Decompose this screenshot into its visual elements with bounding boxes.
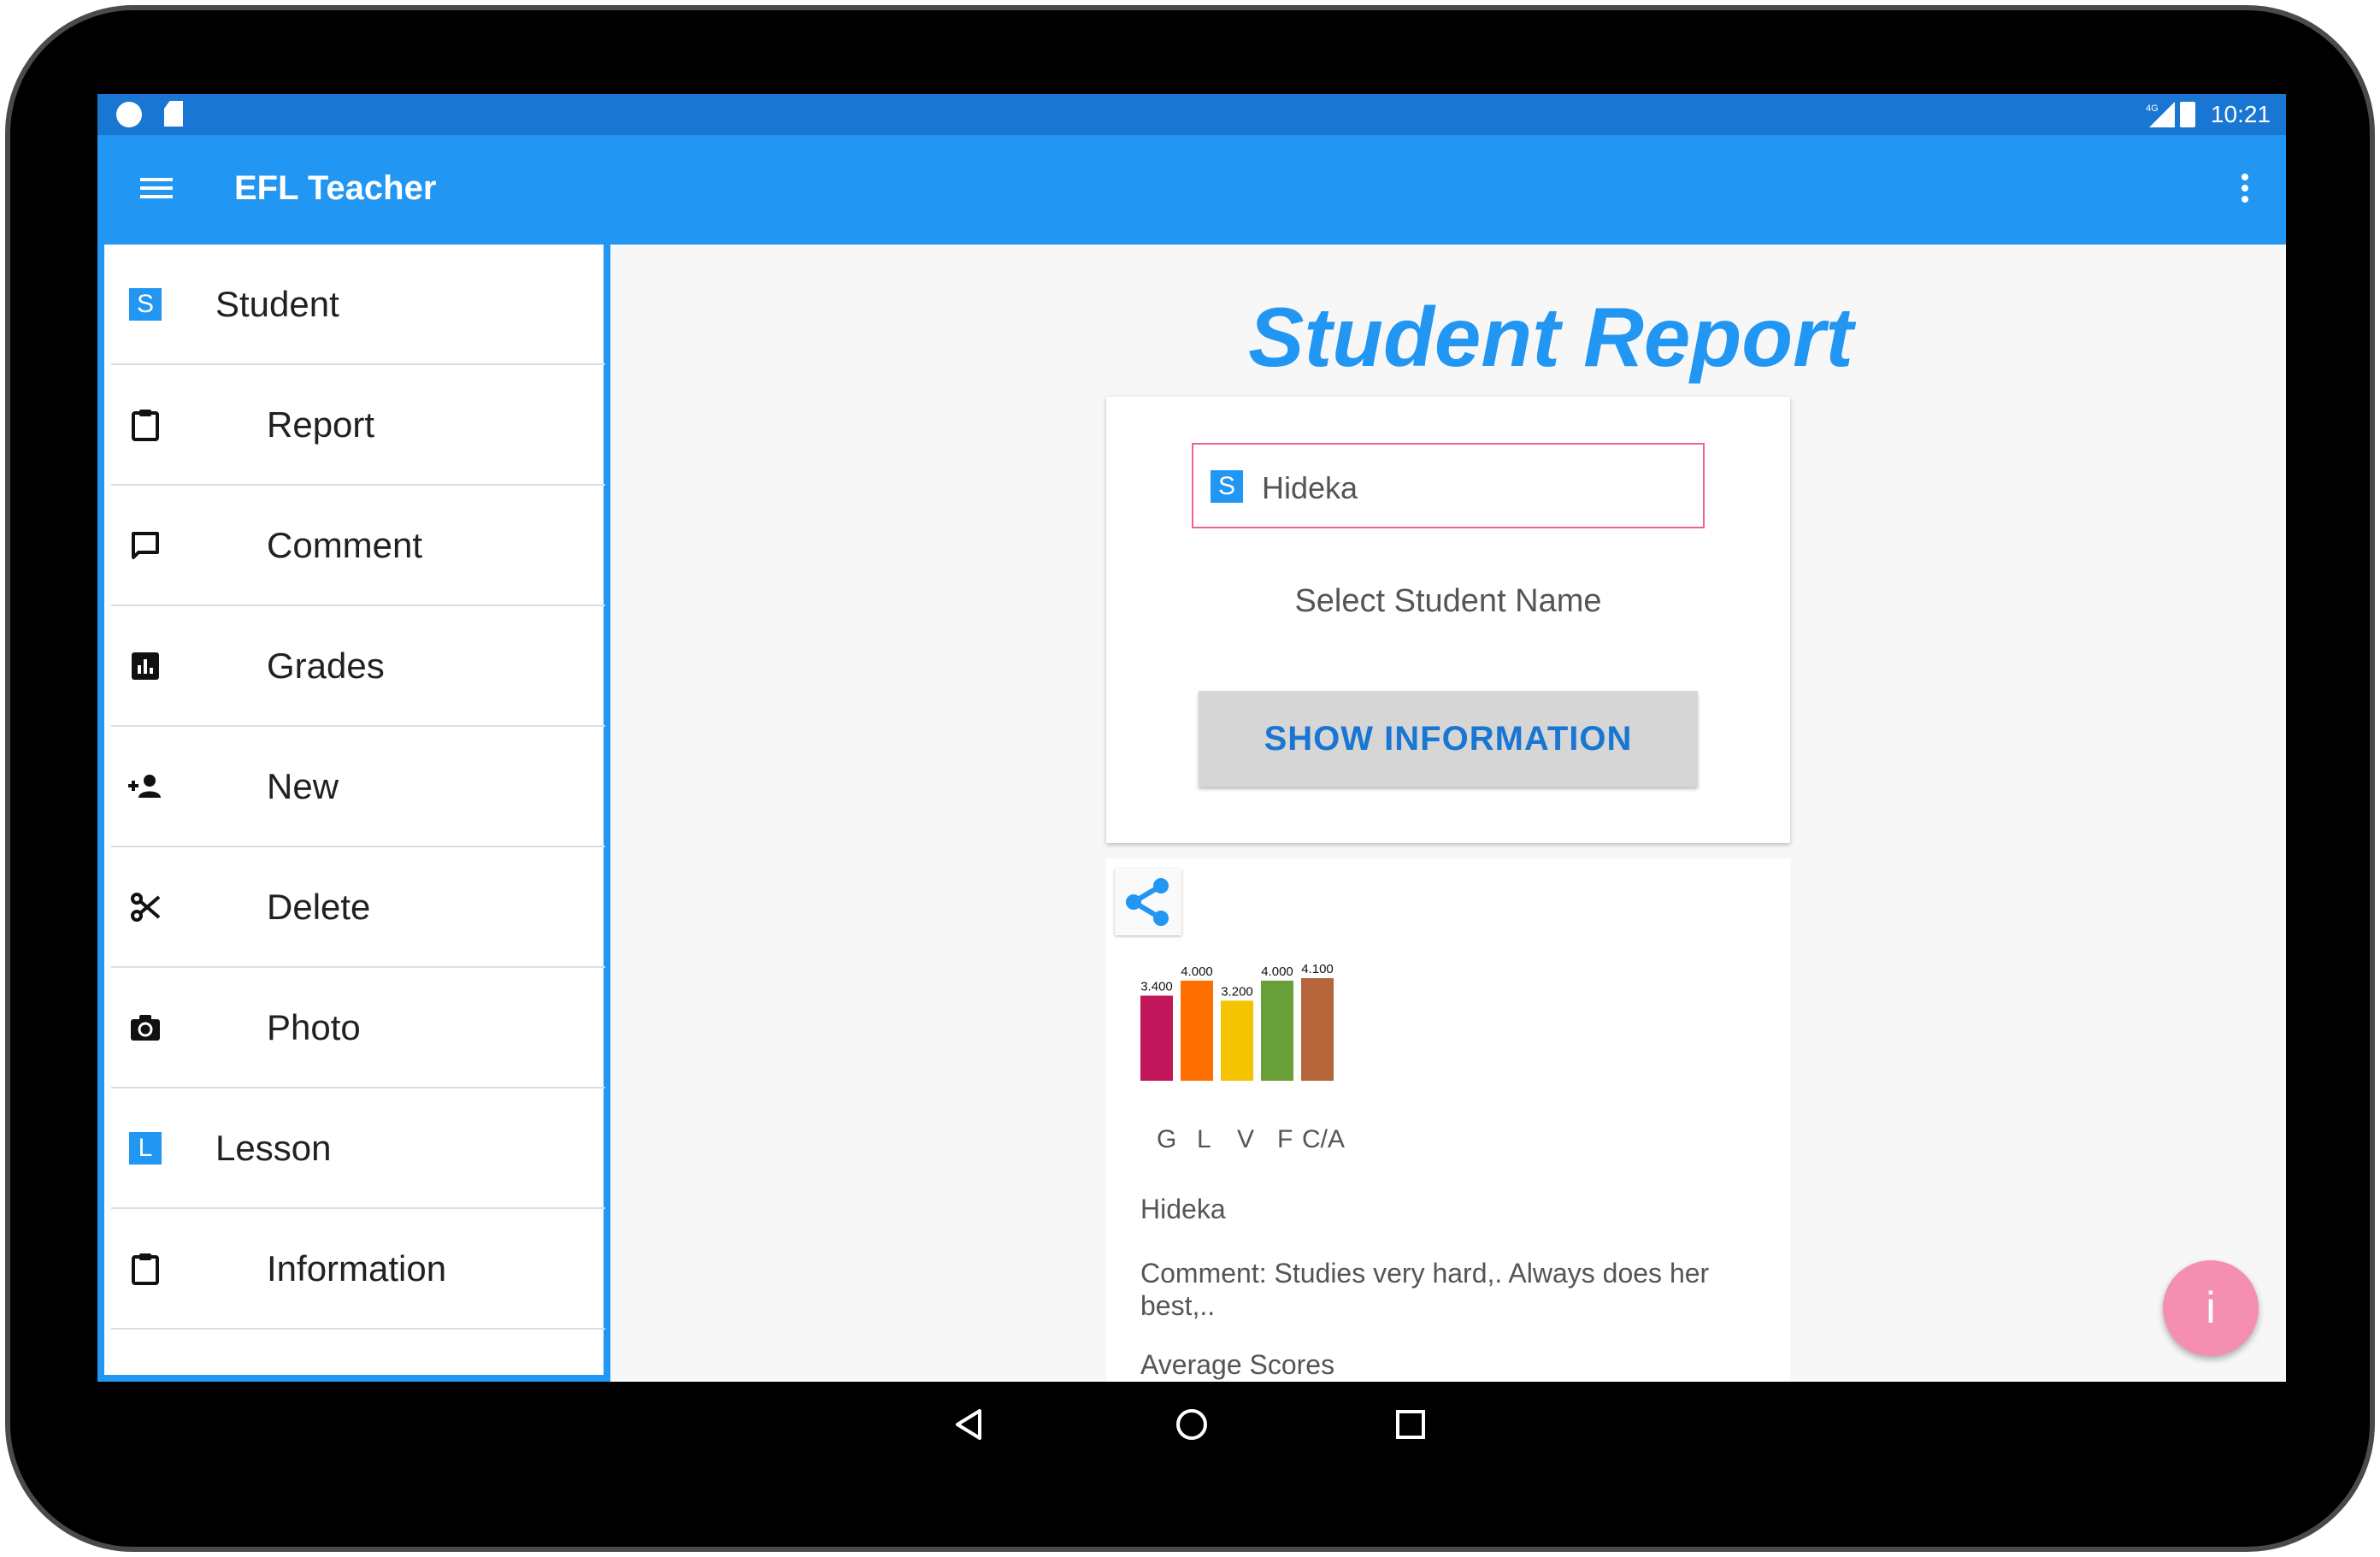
student-name-spinner[interactable]: S Hideka bbox=[1192, 443, 1705, 528]
clipboard-icon bbox=[128, 408, 162, 442]
chart-bar-f bbox=[1261, 980, 1293, 1081]
share-button[interactable] bbox=[1115, 869, 1181, 935]
chart-value-label: 4.000 bbox=[1181, 964, 1213, 979]
scissors-icon bbox=[128, 890, 162, 924]
grades-bar-chart: 3.400 4.000 3.200 4.000 4.100 bbox=[1140, 962, 1334, 1081]
chart-category-label: L bbox=[1197, 1125, 1211, 1153]
lesson-badge: L bbox=[129, 1131, 162, 1165]
average-scores-label: Average Scores bbox=[1140, 1349, 1335, 1380]
drawer-item-label: Photo bbox=[267, 1006, 361, 1047]
report-comment: Comment: Studies very hard,. Always does… bbox=[1140, 1258, 1710, 1321]
drawer-item-label: New bbox=[267, 765, 339, 806]
navigation-drawer: S Student Report Comment Grades New Dele… bbox=[97, 245, 610, 1382]
chart-category-label: V bbox=[1237, 1125, 1255, 1153]
chart-bar-v bbox=[1221, 1000, 1253, 1081]
student-select-card: S Hideka Select Student Name SHOW INFORM… bbox=[1106, 397, 1790, 843]
student-report-panel: 3.400 4.000 3.200 4.000 4.100 G L V F C/A Hideka… bbox=[1106, 858, 1790, 1382]
chart-value-label: 3.200 bbox=[1221, 984, 1253, 999]
sd-card-icon bbox=[164, 101, 183, 127]
chart-value-label: 3.400 bbox=[1140, 979, 1173, 994]
chart-category-label: G bbox=[1157, 1125, 1177, 1153]
drawer-item-delete[interactable]: Delete bbox=[111, 847, 605, 968]
drawer-item-photo[interactable]: Photo bbox=[111, 968, 605, 1088]
drawer-item-comment[interactable]: Comment bbox=[111, 486, 605, 606]
show-information-button[interactable]: SHOW INFORMATION bbox=[1199, 691, 1698, 787]
drawer-item-label: Student bbox=[215, 283, 339, 324]
page-title: Student Report bbox=[1248, 290, 1853, 384]
drawer-item-label: Delete bbox=[267, 886, 371, 927]
notification-dot-icon bbox=[116, 102, 142, 127]
app-bar: EFL Teacher bbox=[97, 135, 2286, 245]
student-badge: S bbox=[129, 287, 162, 321]
student-badge-icon: S bbox=[128, 287, 162, 321]
camera-icon bbox=[128, 1011, 162, 1045]
signal-icon: 4G bbox=[2146, 102, 2175, 127]
clipboard-icon bbox=[128, 1252, 162, 1286]
system-navigation-bar bbox=[97, 1382, 2286, 1467]
chart-bar-g bbox=[1140, 995, 1173, 1081]
drawer-header-lesson[interactable]: L Lesson bbox=[111, 1088, 605, 1209]
info-fab-button[interactable]: i bbox=[2163, 1260, 2259, 1356]
select-student-hint: Select Student Name bbox=[1294, 583, 1602, 619]
overflow-menu-icon[interactable] bbox=[2238, 169, 2252, 210]
drawer-item-information[interactable]: Information bbox=[111, 1209, 605, 1330]
status-right: 4G 10:21 bbox=[2146, 94, 2271, 135]
drawer-item-label: Lesson bbox=[215, 1127, 332, 1168]
battery-icon bbox=[2179, 102, 2195, 127]
chart-bar-c-a bbox=[1301, 978, 1334, 1081]
chart-value-label: 4.100 bbox=[1301, 962, 1334, 976]
lesson-badge-icon: L bbox=[128, 1131, 162, 1165]
add-person-icon bbox=[128, 770, 162, 804]
report-student-name: Hideka bbox=[1140, 1194, 1226, 1224]
recents-icon[interactable] bbox=[1393, 1407, 1428, 1442]
status-bar: 4G 10:21 bbox=[97, 94, 2286, 135]
spinner-selected-value: Hideka bbox=[1262, 470, 1358, 505]
status-time: 10:21 bbox=[2210, 101, 2271, 127]
chart-category-label: F bbox=[1277, 1125, 1293, 1153]
share-icon bbox=[1126, 878, 1169, 926]
drawer-item-grades[interactable]: Grades bbox=[111, 606, 605, 727]
drawer-item-new[interactable]: New bbox=[111, 727, 605, 847]
drawer-item-report[interactable]: Report bbox=[111, 365, 605, 486]
app-title: EFL Teacher bbox=[234, 169, 437, 207]
bar-chart-icon bbox=[128, 649, 162, 683]
home-icon[interactable] bbox=[1175, 1407, 1209, 1442]
student-badge-icon: S bbox=[1211, 470, 1243, 503]
chart-value-label: 4.000 bbox=[1261, 964, 1293, 979]
chart-bar-l bbox=[1181, 980, 1213, 1081]
hamburger-menu-icon[interactable] bbox=[140, 173, 174, 207]
drawer-item-label: Grades bbox=[267, 645, 385, 686]
drawer-item-label: Report bbox=[267, 404, 375, 445]
drawer-item-label: Comment bbox=[267, 524, 423, 565]
back-icon[interactable] bbox=[952, 1407, 987, 1442]
network-type-label: 4G bbox=[2146, 103, 2159, 114]
chart-category-label: C/A bbox=[1302, 1125, 1346, 1153]
drawer-header-student[interactable]: S Student bbox=[111, 245, 605, 365]
drawer-item-label: Information bbox=[267, 1247, 447, 1289]
comment-icon bbox=[128, 528, 162, 563]
screen: 4G 10:21 EFL Teacher S Student Report Co… bbox=[97, 94, 2286, 1382]
